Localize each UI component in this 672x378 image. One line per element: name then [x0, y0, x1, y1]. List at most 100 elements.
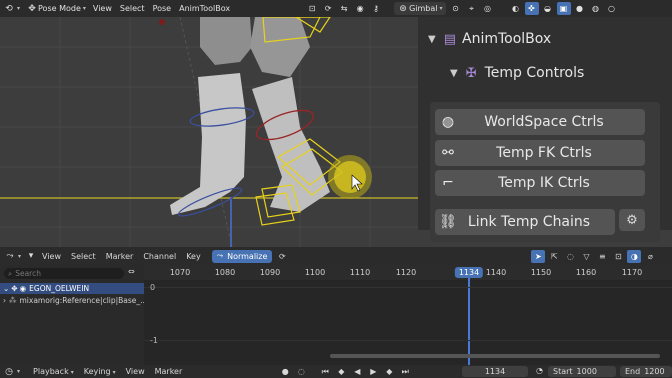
- play-reverse-icon[interactable]: ◀: [350, 365, 364, 378]
- preview-range-icon[interactable]: ◔: [536, 366, 543, 375]
- addon-panel-header[interactable]: ▼ ▤ AnimToolBox: [428, 27, 551, 51]
- menu-pose[interactable]: Pose: [149, 4, 176, 13]
- record-button-icon[interactable]: ●: [278, 365, 292, 378]
- temp-ik-ctrls-button[interactable]: ⌐ Temp IK Ctrls: [435, 170, 645, 196]
- errors-icon[interactable]: ◌: [563, 250, 577, 263]
- eye-icon[interactable]: ◉: [20, 284, 27, 293]
- auto-snap-icon[interactable]: ◑: [627, 249, 642, 263]
- show-hidden-icon[interactable]: ⇱: [547, 250, 561, 263]
- normalize-refresh-icon[interactable]: ⟳: [275, 250, 289, 263]
- tick-label: 1160: [575, 268, 597, 277]
- link-temp-chains-button[interactable]: ⛓ Link Temp Chains: [435, 209, 615, 235]
- frame-ruler[interactable]: 1070 1080 1090 1100 1110 1120 1140 1150 …: [144, 265, 672, 280]
- temp-controls-icon: ✠: [465, 65, 477, 81]
- overlay-icon[interactable]: ◒: [541, 2, 555, 15]
- bone-icon: ⚯: [442, 145, 454, 161]
- end-label: End: [625, 367, 641, 376]
- tick-label: 1070: [169, 268, 191, 277]
- menu-label: Playback: [33, 367, 69, 376]
- ge-menu-marker[interactable]: Marker: [101, 252, 139, 261]
- end-frame-field[interactable]: End 1200: [620, 366, 672, 377]
- settings-gear-button[interactable]: ⚙: [619, 209, 645, 231]
- mode-menu-icon[interactable]: ▾: [25, 251, 37, 261]
- next-key-icon[interactable]: ◆: [382, 365, 396, 378]
- channel-region: ⌄ ✥ ◉ EGON_OELWEIN › ⁂ mixamorig:Referen…: [0, 265, 147, 365]
- tick-label: 1150: [530, 268, 552, 277]
- play-icon[interactable]: ▶: [366, 365, 380, 378]
- tick-label: 1100: [304, 268, 326, 277]
- right-leg[interactable]: [250, 17, 310, 77]
- auto-key-icon[interactable]: ◌: [294, 365, 308, 378]
- editor-type-selector[interactable]: ⟲ ▾: [0, 0, 23, 17]
- shading-rendered-icon[interactable]: ○: [605, 2, 619, 15]
- flip-icon[interactable]: ⇆: [337, 2, 351, 15]
- snap-icon[interactable]: ⌖: [465, 2, 479, 15]
- horizontal-scrollbar[interactable]: [330, 354, 660, 358]
- button-label: Temp IK Ctrls: [498, 175, 590, 191]
- left-boot[interactable]: [170, 73, 246, 215]
- ge-menu-select[interactable]: Select: [66, 252, 101, 261]
- loop-icon[interactable]: ⟳: [321, 2, 335, 15]
- tick-label: 1080: [214, 268, 236, 277]
- transform-orientation-dropdown[interactable]: ⊛ Gimbal ▾: [394, 2, 446, 15]
- bone-marker: [159, 19, 165, 25]
- playhead-line[interactable]: [468, 278, 470, 365]
- shading-material-icon[interactable]: ◍: [589, 2, 603, 15]
- pivot-point-icon[interactable]: ⊡: [611, 250, 625, 263]
- timeline-editor-icon[interactable]: ◷: [3, 367, 15, 377]
- value-minus-one-line: [144, 340, 672, 341]
- swap-icon[interactable]: ⇔: [128, 267, 135, 276]
- normalize-icon: ⤳: [216, 251, 224, 260]
- button-label: WorldSpace Ctrls: [484, 114, 604, 130]
- subpanel-title: Temp Controls: [484, 65, 585, 81]
- xray-icon[interactable]: ▣: [556, 2, 571, 15]
- visibility-icon[interactable]: ◐: [509, 2, 523, 15]
- menu-select[interactable]: Select: [116, 4, 149, 13]
- filter-icon[interactable]: ▽: [579, 250, 593, 263]
- menu-animtoolbox[interactable]: AnimToolBox: [175, 4, 234, 13]
- left-leg[interactable]: [200, 17, 252, 65]
- menu-view[interactable]: View: [89, 4, 116, 13]
- graph-editor-icon[interactable]: ⤳: [4, 251, 16, 261]
- action-icon: ⁂: [9, 296, 17, 305]
- frame-nav-icon[interactable]: ⊡: [305, 2, 319, 15]
- pivot-icon[interactable]: ⊙: [449, 2, 463, 15]
- shading-solid-icon[interactable]: ●: [573, 2, 587, 15]
- jump-end-icon[interactable]: ⏭: [398, 365, 412, 378]
- key-icon[interactable]: ⚷: [369, 2, 383, 15]
- start-frame-field[interactable]: Start 1000: [548, 366, 616, 377]
- viewport-header: ⟲ ▾ ✥ Pose Mode ▾ View Select Pose AnimToo…: [0, 0, 672, 17]
- gear-icon: ⚙: [626, 212, 638, 228]
- proportional-edit-icon[interactable]: ⌀: [643, 250, 657, 263]
- proportional-icon[interactable]: ◎: [481, 2, 495, 15]
- normalize-toggle[interactable]: ⤳ Normalize: [211, 249, 273, 263]
- current-frame-badge[interactable]: 1134: [454, 267, 484, 278]
- channel-search-input[interactable]: ⌕ Search: [4, 268, 124, 279]
- channel-action-row[interactable]: › ⁂ mixamorig:Reference|clip|Base_...: [0, 295, 147, 306]
- worldspace-ctrls-button[interactable]: ◍ WorldSpace Ctrls: [435, 109, 645, 135]
- menu-marker[interactable]: Marker: [150, 367, 188, 376]
- menu-playback[interactable]: Playback ▾: [28, 367, 79, 376]
- menu-view[interactable]: View: [121, 367, 150, 376]
- pose-mode-selector[interactable]: ✥ Pose Mode ▾: [23, 0, 89, 17]
- current-frame-field[interactable]: 1134: [462, 366, 528, 377]
- only-selected-icon[interactable]: ➤: [531, 249, 546, 263]
- right-boot[interactable]: [252, 77, 330, 212]
- gizmo-icon[interactable]: ✜: [524, 2, 539, 15]
- chevron-down-icon: ▼: [450, 67, 458, 79]
- ge-menu-key[interactable]: Key: [181, 252, 206, 261]
- ge-menu-channel[interactable]: Channel: [138, 252, 181, 261]
- temp-fk-ctrls-button[interactable]: ⚯ Temp FK Ctrls: [435, 140, 645, 166]
- record-icon[interactable]: ◉: [353, 2, 367, 15]
- graph-area[interactable]: 1070 1080 1090 1100 1110 1120 1140 1150 …: [144, 265, 672, 365]
- chevron-down-icon: ⌄: [3, 284, 10, 293]
- subpanel-header[interactable]: ▼ ✠ Temp Controls: [450, 61, 584, 85]
- menu-keying[interactable]: Keying ▾: [79, 367, 121, 376]
- jump-start-icon[interactable]: ⏮: [318, 365, 332, 378]
- ge-menu-view[interactable]: View: [37, 252, 66, 261]
- channel-object-row[interactable]: ⌄ ✥ ◉ EGON_OELWEIN: [0, 283, 144, 294]
- prev-key-icon[interactable]: ◆: [334, 365, 348, 378]
- button-label: Link Temp Chains: [467, 214, 591, 230]
- filter-options-icon[interactable]: ≡: [595, 250, 609, 263]
- chevron-down-icon: ▾: [439, 5, 443, 12]
